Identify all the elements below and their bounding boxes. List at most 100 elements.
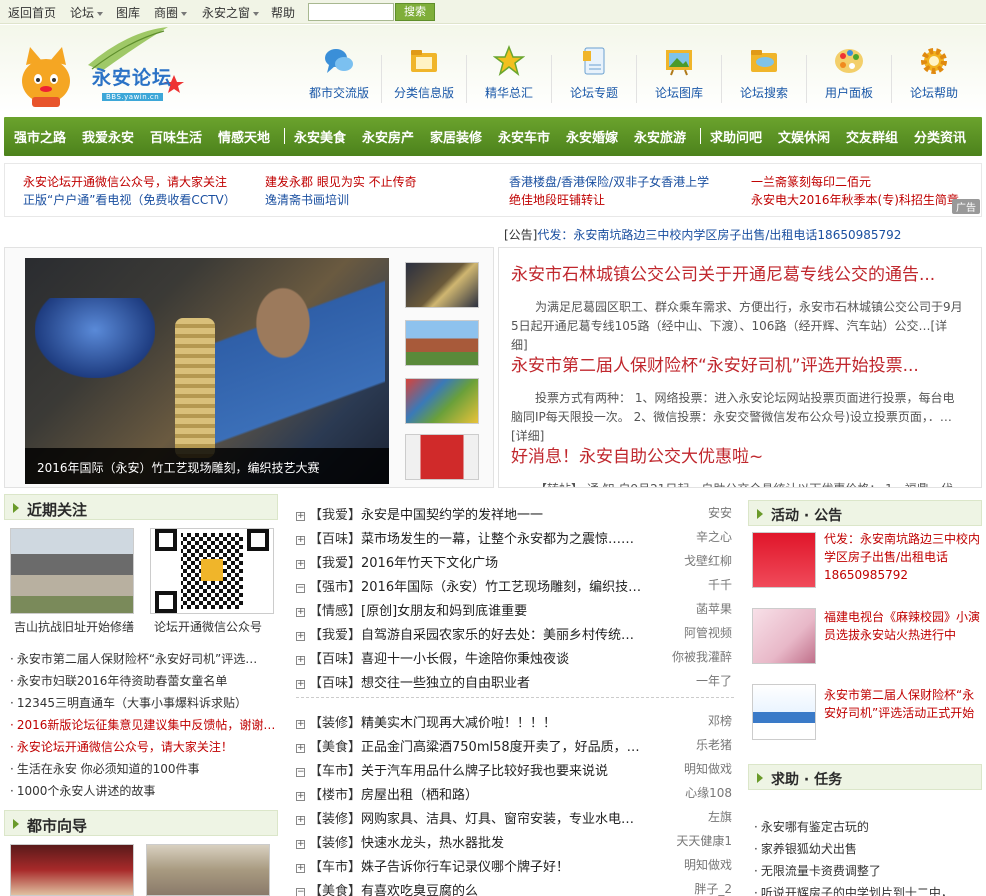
focus-picture-caption[interactable]: 吉山抗战旧址开始修缮 <box>14 618 134 635</box>
mainnav-item[interactable]: 永安房产 <box>362 127 414 146</box>
slideshow-thumbnail[interactable] <box>405 320 479 366</box>
nav-urban-forum[interactable]: 都市交流版 <box>297 45 381 101</box>
expand-toggle-icon[interactable]: + <box>296 744 305 753</box>
expand-toggle-icon[interactable]: + <box>296 512 305 521</box>
headline-title[interactable]: 好消息！永安自助公交大优惠啦~ <box>511 442 763 467</box>
thread-category[interactable]: 【装修】 <box>309 812 361 827</box>
thread-row[interactable]: + 【百味】菜市场发生的一幕，让整个永安都为之震惊…… 辛之心 <box>296 528 734 548</box>
mainnav-item[interactable]: 永安车市 <box>498 127 550 146</box>
thread-title[interactable]: 网购家具、洁具、灯具、窗帘安装，专业水电… <box>361 812 634 827</box>
thread-category[interactable]: 【装修】 <box>309 836 361 851</box>
nav-topics[interactable]: 论坛专题 <box>552 45 636 101</box>
search-button[interactable]: 搜索 <box>395 3 435 21</box>
nav-help[interactable]: 论坛帮助 <box>892 45 976 101</box>
focus-picture[interactable] <box>10 528 134 614</box>
headline-title[interactable]: 永安市石林城镇公交公司关于开通尼葛专线公交的通告... <box>511 260 935 285</box>
thread-title[interactable]: 正品金门高粱酒750ml58度开卖了，好品质，… <box>361 740 640 755</box>
thread-row[interactable]: + 【我爱】2016年竹天下文化广场 戈壁红柳 <box>296 552 734 572</box>
thread-row[interactable]: + 【装修】快速水龙头，热水器批发 天天健康1 <box>296 832 734 852</box>
help-item[interactable]: 家养银狐幼犬出售 <box>754 840 857 857</box>
thread-author[interactable]: 安安 <box>708 504 732 521</box>
list-item[interactable]: 永安市妇联2016年待资助春蕾女童名单 <box>10 672 228 689</box>
thread-title[interactable]: 喜迎十一小长假，牛途陪你秉烛夜谈 <box>361 652 569 667</box>
list-item[interactable]: 1000个永安人讲述的故事 <box>10 782 156 799</box>
activity-picture[interactable] <box>752 684 816 740</box>
expand-toggle-icon[interactable]: + <box>296 632 305 641</box>
nav-digest[interactable]: 精华总汇 <box>467 44 551 101</box>
list-item[interactable]: 2016新版论坛征集意见建议集中反馈帖，谢谢… <box>10 716 276 733</box>
thread-author[interactable]: 千千 <box>708 576 732 593</box>
thread-row[interactable]: + 【百味】喜迎十一小长假，牛途陪你秉烛夜谈 你被我灌醉 <box>296 648 734 668</box>
expand-toggle-icon[interactable]: + <box>296 864 305 873</box>
thread-author[interactable]: 邓榜 <box>708 712 732 729</box>
thread-category[interactable]: 【美食】 <box>309 740 361 755</box>
slideshow-thumbnail[interactable] <box>405 262 479 308</box>
mainnav-item[interactable]: 永安旅游 <box>634 127 686 146</box>
thread-author[interactable]: 你被我灌醉 <box>672 648 732 665</box>
qr-code-picture[interactable] <box>150 528 274 614</box>
expand-toggle-icon[interactable]: + <box>296 792 305 801</box>
thread-category[interactable]: 【我爱】 <box>309 556 361 571</box>
expand-toggle-icon[interactable]: + <box>296 816 305 825</box>
mainnav-item[interactable]: 永安美食 <box>294 127 346 146</box>
help-item[interactable]: 无限流量卡资费调整了 <box>754 862 881 879</box>
qr-code-caption[interactable]: 论坛开通微信公众号 <box>154 618 262 635</box>
thread-title[interactable]: 想交往一些独立的自由职业者 <box>361 676 530 691</box>
thread-row[interactable]: + 【美食】正品金门高粱酒750ml58度开卖了，好品质，… 乐老猪 <box>296 736 734 756</box>
mainnav-item[interactable]: 求助问吧 <box>710 127 762 146</box>
thread-row[interactable]: − 【强市】2016年国际（永安）竹工艺现场雕刻，编织技… 千千 <box>296 576 734 596</box>
thread-row[interactable]: + 【车市】姝子告诉你行车记录仪哪个牌子好！ 明知做戏 <box>296 856 734 876</box>
activity-item[interactable]: 代发：永安南坑路边三中校内学区房子出售/出租电话 18650985792 <box>824 530 982 584</box>
nav-classified[interactable]: 分类信息版 <box>382 45 466 101</box>
thread-row[interactable]: + 【我爱】永安是中国契约学的发祥地一一 安安 <box>296 504 734 524</box>
mainnav-item[interactable]: 永安婚嫁 <box>566 127 618 146</box>
thread-author[interactable]: 一年了 <box>696 672 732 689</box>
topbar-forum-menu[interactable]: 论坛 <box>70 4 104 21</box>
thread-row[interactable]: + 【装修】网购家具、洁具、灯具、窗帘安装，专业水电… 左旗 <box>296 808 734 828</box>
nav-search[interactable]: 论坛搜索 <box>722 45 806 101</box>
nav-gallery[interactable]: 论坛图库 <box>637 45 721 101</box>
thread-row[interactable]: + 【百味】想交往一些独立的自由职业者 一年了 <box>296 672 734 692</box>
headline-title[interactable]: 永安市第二届人保财险杯“永安好司机”评选开始投票... <box>511 351 919 376</box>
expand-toggle-icon[interactable]: + <box>296 608 305 617</box>
thread-author[interactable]: 左旗 <box>708 808 732 825</box>
topbar-help-link[interactable]: 帮助 <box>271 4 295 21</box>
thread-author[interactable]: 明知做戏 <box>684 760 732 777</box>
list-item[interactable]: 生活在永安 你必须知道的100件事 <box>10 760 200 777</box>
thread-category[interactable]: 【百味】 <box>309 676 361 691</box>
ad-link[interactable]: 正版“户户通”看电视（免费收看CCTV） <box>23 191 236 208</box>
slideshow-thumbnail[interactable] <box>405 434 479 480</box>
topbar-home-link[interactable]: 返回首页 <box>8 4 56 21</box>
activity-item[interactable]: 福建电视台《麻辣校园》小演员选拔永安站火热进行中 <box>824 608 982 644</box>
site-logo[interactable]: 永安论坛 BBS.yawin.cn <box>18 25 188 109</box>
thread-category[interactable]: 【车市】 <box>309 860 361 875</box>
thread-category[interactable]: 【百味】 <box>309 532 361 547</box>
thread-author[interactable]: 乐老猪 <box>696 736 732 753</box>
thread-row[interactable]: + 【情感】[原创]女朋友和妈到底谁重要 菡苹果 <box>296 600 734 620</box>
help-item[interactable]: 永安哪有鉴定古玩的 <box>754 818 869 835</box>
thread-row[interactable]: + 【楼市】房屋出租（栖和路） 心缘108 <box>296 784 734 804</box>
topbar-window-menu[interactable]: 永安之窗 <box>202 4 260 21</box>
topbar-gallery-link[interactable]: 图库 <box>116 4 140 21</box>
thread-category[interactable]: 【楼市】 <box>309 788 361 803</box>
thread-row[interactable]: + 【我爱】自驾游自采园农家乐的好去处：美丽乡村传统… 阿管视频 <box>296 624 734 644</box>
thread-row[interactable]: + 【装修】精美实木门现再大减价啦！！！！ 邓榜 <box>296 712 734 732</box>
thread-title[interactable]: 关于汽车用品什么牌子比较好我也要来说说 <box>361 764 608 779</box>
mainnav-item[interactable]: 情感天地 <box>218 127 270 146</box>
thread-title[interactable]: 2016年竹天下文化广场 <box>361 556 498 571</box>
thread-row[interactable]: − 【车市】关于汽车用品什么牌子比较好我也要来说说 明知做戏 <box>296 760 734 780</box>
expand-toggle-icon[interactable]: − <box>296 768 305 777</box>
nav-user-panel[interactable]: 用户面板 <box>807 45 891 101</box>
thread-title[interactable]: 快速水龙头，热水器批发 <box>361 836 504 851</box>
thread-author[interactable]: 胖子_2 <box>694 880 732 896</box>
ad-link[interactable]: 香港楼盘/香港保险/双非子女香港上学 <box>509 173 709 190</box>
thread-title[interactable]: 房屋出租（栖和路） <box>361 788 478 803</box>
thread-category[interactable]: 【我爱】 <box>309 508 361 523</box>
mainnav-item[interactable]: 我爱永安 <box>82 127 134 146</box>
thread-category[interactable]: 【百味】 <box>309 652 361 667</box>
expand-toggle-icon[interactable]: − <box>296 888 305 896</box>
activity-picture[interactable] <box>752 532 816 588</box>
search-input[interactable] <box>308 3 394 21</box>
activity-item[interactable]: 永安市第二届人保财险杯“永安好司机”评选活动正式开始 <box>824 686 982 722</box>
ad-link[interactable]: 绝佳地段旺铺转让 <box>509 191 605 208</box>
